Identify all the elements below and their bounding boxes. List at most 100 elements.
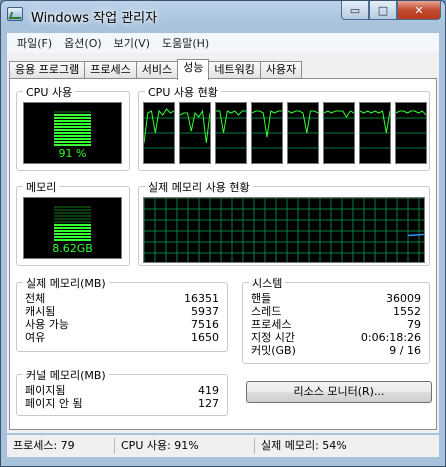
cpu-usage-value: 91 % — [58, 147, 87, 160]
gauge-segment — [54, 215, 91, 217]
cpu-core-line — [287, 110, 319, 134]
gauge-segment — [54, 117, 91, 119]
cpu-usage-group: CPU 사용 91 % — [16, 84, 130, 171]
gauge-segment — [54, 236, 91, 238]
gauge-segment — [54, 135, 91, 137]
gauge-segment — [54, 230, 91, 232]
cpu-core-line — [143, 108, 175, 144]
system-processes-value: 79 — [407, 318, 421, 331]
kernel-memory-label: 커널 메모리(MB) — [23, 367, 109, 383]
physical-total-label: 전체 — [25, 292, 46, 305]
stat-row: 지정 시간 0:06:18:26 — [251, 332, 421, 344]
menu-file[interactable]: 파일(F) — [11, 35, 58, 51]
cpu-usage-label: CPU 사용 — [23, 84, 76, 100]
cpu-core-graph — [359, 102, 392, 164]
close-button[interactable]: ✕ — [397, 1, 441, 20]
gauge-segment — [54, 218, 91, 220]
stat-row: 페이지 안 됨 127 — [25, 398, 219, 410]
tab-applications[interactable]: 응용 프로그램 — [9, 61, 86, 79]
maximize-button[interactable]: □ — [369, 1, 397, 20]
system-commit-value: 9 / 16 — [389, 344, 421, 357]
memory-label: 메모리 — [23, 179, 60, 195]
tab-services[interactable]: 서비스 — [135, 61, 179, 79]
system-threads-label: 스레드 — [251, 305, 282, 318]
content-area: 응용 프로그램 프로세스 서비스 성능 네트워킹 사용자 CPU 사용 91 %… — [7, 53, 439, 433]
kernel-nonpaged-label: 페이지 안 됨 — [25, 397, 83, 410]
gauge-segment — [54, 120, 91, 122]
stat-row: 스레드 1552 — [251, 306, 421, 318]
system-uptime-value: 0:06:18:26 — [360, 331, 421, 344]
menu-view[interactable]: 보기(V) — [108, 35, 156, 51]
cpu-core-svg — [143, 108, 176, 149]
gauge-segment — [54, 111, 91, 113]
system-handles-value: 36009 — [386, 292, 421, 305]
system-handles-label: 핸들 — [251, 292, 272, 305]
physical-available-label: 사용 가능 — [25, 318, 69, 331]
memory-group: 메모리 8.62GB — [16, 179, 130, 266]
cpu-core-graph — [179, 102, 212, 164]
cpu-core-line — [216, 110, 246, 134]
cpu-core-svg — [179, 109, 212, 149]
gauge-segment — [54, 138, 91, 140]
physical-memory-label: 실제 메모리(MB) — [23, 275, 109, 291]
gauge-segment — [54, 209, 91, 211]
gauge-segment — [54, 123, 91, 125]
memory-gauge: 8.62GB — [23, 197, 122, 259]
task-manager-window: Windows 작업 관리자 ▭ □ ✕ 파일(F) 옵션(O) 보기(V) 도… — [0, 0, 446, 467]
stat-row: 사용 가능 7516 — [25, 319, 219, 331]
gauge-segment — [54, 224, 91, 226]
window-title: Windows 작업 관리자 — [31, 11, 158, 26]
memory-history-svg — [144, 198, 424, 262]
tab-performance[interactable]: 성능 — [177, 59, 210, 80]
cpu-core-svg — [359, 110, 392, 149]
status-memory: 실제 메모리: 54% — [261, 439, 347, 452]
stat-row: 전체 16351 — [25, 293, 219, 305]
status-cpu: CPU 사용: 91% — [115, 438, 255, 454]
resource-monitor-button[interactable]: 리소스 모니터(R)... — [246, 381, 432, 403]
physical-total-value: 16351 — [184, 292, 219, 305]
physical-cached-label: 캐시됨 — [25, 305, 56, 318]
menu-help[interactable]: 도움말(H) — [156, 35, 215, 51]
menu-options[interactable]: 옵션(O) — [58, 35, 107, 51]
gauge-segment — [54, 221, 91, 223]
status-processes: 프로세스: 79 — [7, 438, 115, 454]
cpu-core-line — [395, 110, 427, 116]
memory-usage-line — [407, 233, 424, 237]
status-bar: 프로세스: 79 CPU 사용: 91% 실제 메모리: 54% — [7, 435, 439, 457]
kernel-paged-value: 419 — [198, 384, 219, 397]
stat-row: 커밋(GB) 9 / 16 — [251, 345, 421, 357]
physical-memory-group: 실제 메모리(MB) 전체 16351 캐시됨 5937 사용 가능 7516 여유 1… — [16, 275, 228, 352]
stat-row: 페이지됨 419 — [25, 385, 219, 397]
system-label: 시스템 — [249, 275, 286, 291]
gauge-segment — [54, 114, 91, 116]
physical-free-label: 여유 — [25, 331, 46, 344]
title-bar[interactable]: Windows 작업 관리자 ▭ □ ✕ — [1, 1, 445, 29]
performance-panel: CPU 사용 91 % CPU 사용 현황 메모리 8.62GB 실제 메모리 … — [9, 78, 437, 430]
cpu-core-svg — [216, 110, 248, 149]
cpu-core-graph — [251, 102, 284, 164]
cpu-usage-gauge: 91 % — [23, 102, 122, 164]
tab-networking[interactable]: 네트워킹 — [208, 61, 261, 79]
memory-gauge-bars — [54, 206, 91, 242]
physical-cached-value: 5937 — [191, 305, 219, 318]
stat-row: 프로세스 79 — [251, 319, 421, 331]
kernel-memory-group: 커널 메모리(MB) 페이지됨 419 페이지 안 됨 127 — [16, 367, 228, 416]
gauge-segment — [54, 126, 91, 128]
cpu-core-line — [359, 110, 391, 134]
gauge-segment — [54, 132, 91, 134]
cpu-core-line — [323, 110, 355, 118]
memory-history-label: 실제 메모리 사용 현황 — [145, 179, 253, 195]
system-processes-label: 프로세스 — [251, 318, 292, 331]
tab-users[interactable]: 사용자 — [259, 61, 303, 79]
cpu-core-graph — [215, 102, 248, 164]
cpu-gauge-bars — [54, 111, 91, 147]
memory-history-group: 실제 메모리 사용 현황 — [138, 179, 430, 266]
cpu-core-svg — [395, 110, 428, 149]
minimize-button[interactable]: ▭ — [341, 1, 369, 20]
tab-strip: 응용 프로그램 프로세스 서비스 성능 네트워킹 사용자 — [9, 59, 303, 80]
tab-processes[interactable]: 프로세스 — [84, 61, 137, 79]
memory-history-graph — [143, 197, 425, 263]
gauge-segment — [54, 129, 91, 131]
cpu-core-svg — [287, 110, 320, 149]
cpu-core-graph — [323, 102, 356, 164]
